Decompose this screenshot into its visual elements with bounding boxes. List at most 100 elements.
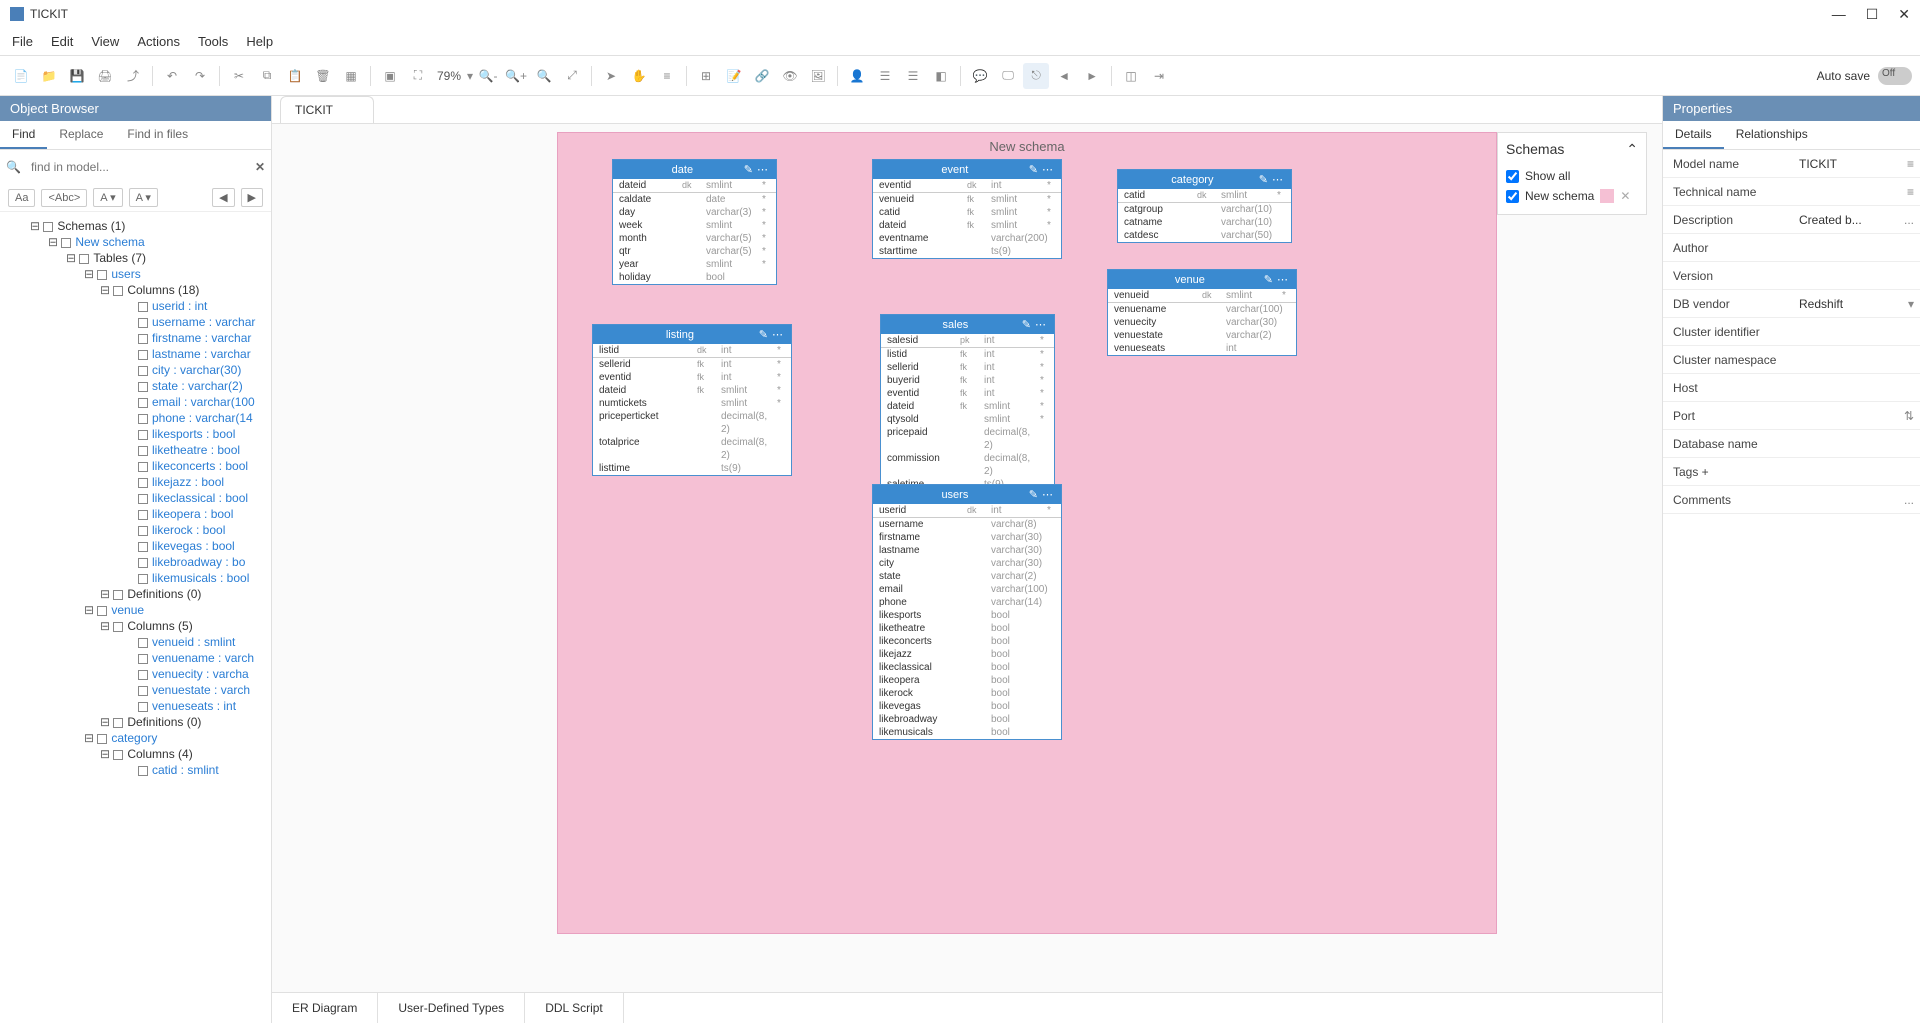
comment-icon[interactable]: 💬	[967, 63, 993, 89]
zoomout-icon[interactable]: 🔍-	[475, 63, 501, 89]
tree-node[interactable]: venueseats : int	[0, 698, 271, 714]
save-icon[interactable]: 💾	[64, 63, 90, 89]
list2-icon[interactable]: ☰	[900, 63, 926, 89]
view-icon[interactable]: 👁	[777, 63, 803, 89]
tree-node[interactable]: state : varchar(2)	[0, 378, 271, 394]
hand-icon[interactable]: ✋	[626, 63, 652, 89]
filter-a2[interactable]: A ▾	[129, 188, 158, 207]
menu-actions[interactable]: Actions	[137, 34, 180, 49]
er-table-listing[interactable]: listing✎⋯listiddkint*selleridfkint*event…	[592, 324, 792, 476]
tree-node[interactable]: ⊟ Schemas (1)	[0, 218, 271, 234]
prop-value[interactable]: Redshift▾	[1793, 294, 1920, 314]
tree-node[interactable]: catid : smlint	[0, 762, 271, 778]
addtable-icon[interactable]: ⊞	[693, 63, 719, 89]
copy-icon[interactable]: ⧉	[254, 63, 280, 89]
new-icon[interactable]: 📄	[8, 63, 34, 89]
link-icon[interactable]: 🔗	[749, 63, 775, 89]
showall-check[interactable]	[1506, 170, 1519, 183]
findtab-2[interactable]: Find in files	[115, 121, 200, 149]
bottomtab-1[interactable]: User-Defined Types	[378, 993, 525, 1023]
tree-node[interactable]: ⊟ category	[0, 730, 271, 746]
tree-node[interactable]: likebroadway : bo	[0, 554, 271, 570]
user-icon[interactable]: 👤	[844, 63, 870, 89]
filter-a1[interactable]: A ▾	[93, 188, 122, 207]
prop-value[interactable]	[1793, 378, 1920, 398]
er-table-sales[interactable]: sales✎⋯salesidpkint*listidfkint*sellerid…	[880, 314, 1055, 492]
print-icon[interactable]: 🖨	[92, 63, 118, 89]
filter-aa[interactable]: Aa	[8, 189, 35, 207]
tree-node[interactable]: likeopera : bool	[0, 506, 271, 522]
addnote-icon[interactable]: 📝	[721, 63, 747, 89]
newschema-check[interactable]	[1506, 190, 1519, 203]
collapse-icon[interactable]: ⌃	[1626, 141, 1638, 158]
er-table-event[interactable]: event✎⋯eventiddkint*venueidfksmlint*cati…	[872, 159, 1062, 259]
nav-prev-icon[interactable]: ◀	[212, 188, 234, 207]
panel-icon[interactable]: ◧	[928, 63, 954, 89]
prop-value[interactable]: ...	[1793, 490, 1920, 510]
open-icon[interactable]: 📁	[36, 63, 62, 89]
prop-value[interactable]: ⇅	[1793, 406, 1920, 426]
prop-value[interactable]: Created b......	[1793, 210, 1920, 230]
lines-icon[interactable]: ≡	[654, 63, 680, 89]
proptab-1[interactable]: Relationships	[1724, 121, 1820, 149]
clear-search-icon[interactable]: ✕	[255, 160, 265, 174]
menu-edit[interactable]: Edit	[51, 34, 73, 49]
menu-help[interactable]: Help	[246, 34, 273, 49]
tree-node[interactable]: ⊟ Tables (7)	[0, 250, 271, 266]
tree-node[interactable]: venuename : varch	[0, 650, 271, 666]
tree-node[interactable]: ⊟ Definitions (0)	[0, 586, 271, 602]
tree-node[interactable]: likeconcerts : bool	[0, 458, 271, 474]
prop-value[interactable]	[1793, 350, 1920, 370]
tree-node[interactable]: userid : int	[0, 298, 271, 314]
fit-icon[interactable]: ▣	[377, 63, 403, 89]
doc-tab[interactable]: TICKIT	[280, 96, 374, 123]
zoomin-icon[interactable]: 🔍+	[503, 63, 529, 89]
prop-value[interactable]	[1793, 266, 1920, 286]
tree-node[interactable]: firstname : varchar	[0, 330, 271, 346]
bottomtab-0[interactable]: ER Diagram	[272, 993, 378, 1023]
tree-node[interactable]: lastname : varchar	[0, 346, 271, 362]
maximize-icon[interactable]: ☐	[1866, 6, 1879, 23]
tree-node[interactable]: venueid : smlint	[0, 634, 271, 650]
filter-abc[interactable]: <Abc>	[41, 189, 87, 207]
tree-node[interactable]: likemusicals : bool	[0, 570, 271, 586]
cut-icon[interactable]: ✂	[226, 63, 252, 89]
list-icon[interactable]: ☰	[872, 63, 898, 89]
proptab-0[interactable]: Details	[1663, 121, 1724, 149]
nav-next-icon[interactable]: ▶	[241, 188, 263, 207]
tree-node[interactable]: city : varchar(30)	[0, 362, 271, 378]
tree-node[interactable]: ⊟ New schema	[0, 234, 271, 250]
zoom-level[interactable]: 79%	[433, 69, 465, 83]
nav-left-icon[interactable]: ◄	[1051, 63, 1077, 89]
resize-icon[interactable]: ⤢	[559, 63, 585, 89]
search-input[interactable]	[27, 156, 249, 178]
tree-node[interactable]: venuestate : varch	[0, 682, 271, 698]
align-icon[interactable]: ⇥	[1146, 63, 1172, 89]
undo-icon[interactable]: ↶	[159, 63, 185, 89]
tree-node[interactable]: ⊟ Columns (5)	[0, 618, 271, 634]
delete-icon[interactable]: 🗑	[310, 63, 336, 89]
prop-value[interactable]: ≡	[1793, 182, 1920, 202]
tree-node[interactable]: venuecity : varcha	[0, 666, 271, 682]
remove-schema-icon[interactable]: ✕	[1620, 189, 1630, 203]
menu-view[interactable]: View	[91, 34, 119, 49]
prop-value[interactable]	[1793, 462, 1920, 482]
tree-node[interactable]: liketheatre : bool	[0, 442, 271, 458]
nav-right-icon[interactable]: ►	[1079, 63, 1105, 89]
tree-node[interactable]: likerock : bool	[0, 522, 271, 538]
er-table-category[interactable]: category✎⋯catiddksmlint*catgroupvarchar(…	[1117, 169, 1292, 243]
search-icon[interactable]: 🔍	[531, 63, 557, 89]
er-table-venue[interactable]: venue✎⋯venueiddksmlint*venuenamevarchar(…	[1107, 269, 1297, 356]
er-table-date[interactable]: date✎⋯dateiddksmlint*caldatedate*dayvarc…	[612, 159, 777, 285]
bottomtab-2[interactable]: DDL Script	[525, 993, 624, 1023]
paste-icon[interactable]: 📋	[282, 63, 308, 89]
findtab-1[interactable]: Replace	[47, 121, 115, 149]
share-icon[interactable]: ⎋	[1023, 63, 1049, 89]
er-table-users[interactable]: users✎⋯useriddkint*usernamevarchar(8)fir…	[872, 484, 1062, 740]
tree-node[interactable]: ⊟ Definitions (0)	[0, 714, 271, 730]
autosave-toggle[interactable]	[1878, 67, 1912, 85]
minimize-icon[interactable]: —	[1832, 6, 1846, 23]
menu-tools[interactable]: Tools	[198, 34, 228, 49]
tree-node[interactable]: likesports : bool	[0, 426, 271, 442]
tree-node[interactable]: phone : varchar(14	[0, 410, 271, 426]
